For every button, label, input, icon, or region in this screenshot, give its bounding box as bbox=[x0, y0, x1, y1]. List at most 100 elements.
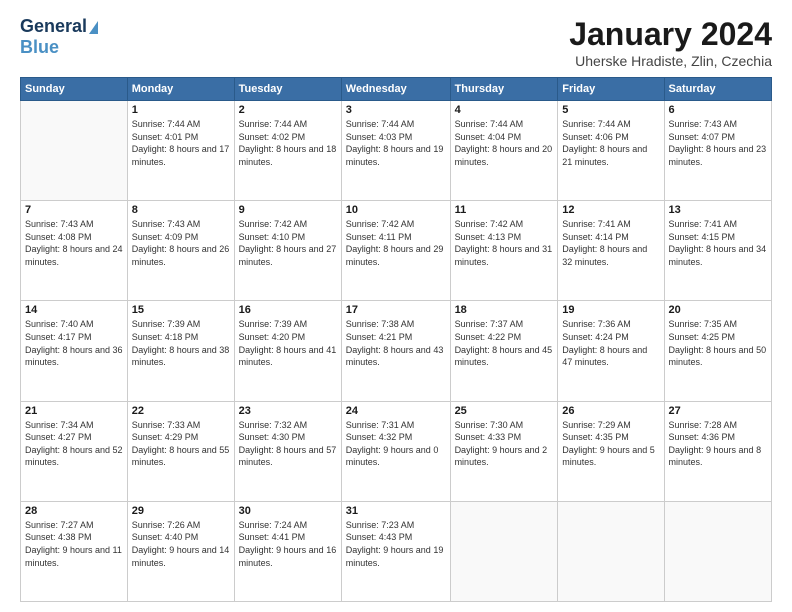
calendar-cell: 12 Sunrise: 7:41 AMSunset: 4:14 PMDayligh… bbox=[558, 201, 664, 301]
day-number: 26 bbox=[562, 405, 659, 417]
day-number: 11 bbox=[455, 204, 554, 216]
calendar-cell: 7 Sunrise: 7:43 AMSunset: 4:08 PMDaylight… bbox=[21, 201, 128, 301]
calendar-cell: 23 Sunrise: 7:32 AMSunset: 4:30 PMDayligh… bbox=[234, 401, 341, 501]
calendar-cell: 29 Sunrise: 7:26 AMSunset: 4:40 PMDayligh… bbox=[127, 501, 234, 601]
calendar-cell: 24 Sunrise: 7:31 AMSunset: 4:32 PMDayligh… bbox=[341, 401, 450, 501]
calendar-cell: 3 Sunrise: 7:44 AMSunset: 4:03 PMDaylight… bbox=[341, 101, 450, 201]
day-number: 30 bbox=[239, 505, 337, 517]
day-number: 9 bbox=[239, 204, 337, 216]
calendar-cell: 31Sunrise: 7:23 AMSunset: 4:43 PMDayligh… bbox=[341, 501, 450, 601]
day-info: Sunrise: 7:39 AMSunset: 4:20 PMDaylight:… bbox=[239, 318, 337, 368]
logo-line1: General bbox=[20, 16, 98, 37]
calendar-cell bbox=[450, 501, 558, 601]
day-info: Sunrise: 7:34 AMSunset: 4:27 PMDaylight:… bbox=[25, 419, 123, 469]
calendar-table: SundayMondayTuesdayWednesdayThursdayFrid… bbox=[20, 77, 772, 602]
calendar-cell bbox=[21, 101, 128, 201]
day-info: Sunrise: 7:36 AMSunset: 4:24 PMDaylight:… bbox=[562, 318, 659, 368]
calendar-cell: 16 Sunrise: 7:39 AMSunset: 4:20 PMDayligh… bbox=[234, 301, 341, 401]
calendar-cell: 17 Sunrise: 7:38 AMSunset: 4:21 PMDayligh… bbox=[341, 301, 450, 401]
calendar-cell bbox=[664, 501, 771, 601]
day-info: Sunrise: 7:41 AMSunset: 4:14 PMDaylight:… bbox=[562, 218, 659, 268]
calendar-cell: 6Sunrise: 7:43 AMSunset: 4:07 PMDaylight… bbox=[664, 101, 771, 201]
day-number: 5 bbox=[562, 104, 659, 116]
header-sunday: Sunday bbox=[21, 78, 128, 101]
calendar-page: General Blue January 2024 Uherske Hradis… bbox=[0, 0, 792, 612]
day-info: Sunrise: 7:44 AMSunset: 4:06 PMDaylight:… bbox=[562, 118, 659, 168]
day-info: Sunrise: 7:30 AMSunset: 4:33 PMDaylight:… bbox=[455, 419, 554, 469]
day-number: 7 bbox=[25, 204, 123, 216]
calendar-week-row: 7 Sunrise: 7:43 AMSunset: 4:08 PMDaylight… bbox=[21, 201, 772, 301]
calendar-cell: 21 Sunrise: 7:34 AMSunset: 4:27 PMDayligh… bbox=[21, 401, 128, 501]
day-number: 28 bbox=[25, 505, 123, 517]
calendar-cell: 22 Sunrise: 7:33 AMSunset: 4:29 PMDayligh… bbox=[127, 401, 234, 501]
header-saturday: Saturday bbox=[664, 78, 771, 101]
day-number: 19 bbox=[562, 304, 659, 316]
logo-text-general: General bbox=[20, 16, 87, 37]
day-number: 25 bbox=[455, 405, 554, 417]
calendar-cell: 15Sunrise: 7:39 AMSunset: 4:18 PMDayligh… bbox=[127, 301, 234, 401]
day-number: 10 bbox=[346, 204, 446, 216]
day-number: 13 bbox=[669, 204, 767, 216]
calendar-cell: 20Sunrise: 7:35 AMSunset: 4:25 PMDayligh… bbox=[664, 301, 771, 401]
day-number: 3 bbox=[346, 104, 446, 116]
header: General Blue January 2024 Uherske Hradis… bbox=[20, 16, 772, 69]
header-tuesday: Tuesday bbox=[234, 78, 341, 101]
day-info: Sunrise: 7:42 AMSunset: 4:10 PMDaylight:… bbox=[239, 218, 337, 268]
day-number: 1 bbox=[132, 104, 230, 116]
day-number: 8 bbox=[132, 204, 230, 216]
day-info: Sunrise: 7:29 AMSunset: 4:35 PMDaylight:… bbox=[562, 419, 659, 469]
header-thursday: Thursday bbox=[450, 78, 558, 101]
day-info: Sunrise: 7:33 AMSunset: 4:29 PMDaylight:… bbox=[132, 419, 230, 469]
header-monday: Monday bbox=[127, 78, 234, 101]
day-info: Sunrise: 7:40 AMSunset: 4:17 PMDaylight:… bbox=[25, 318, 123, 368]
title-block: January 2024 Uherske Hradiste, Zlin, Cze… bbox=[569, 16, 772, 69]
calendar-cell: 18 Sunrise: 7:37 AMSunset: 4:22 PMDayligh… bbox=[450, 301, 558, 401]
day-info: Sunrise: 7:44 AMSunset: 4:04 PMDaylight:… bbox=[455, 118, 554, 168]
day-number: 16 bbox=[239, 304, 337, 316]
calendar-week-row: 1 Sunrise: 7:44 AMSunset: 4:01 PMDaylight… bbox=[21, 101, 772, 201]
header-wednesday: Wednesday bbox=[341, 78, 450, 101]
calendar-cell: 1 Sunrise: 7:44 AMSunset: 4:01 PMDaylight… bbox=[127, 101, 234, 201]
logo-line2: Blue bbox=[20, 37, 59, 58]
day-number: 22 bbox=[132, 405, 230, 417]
day-info: Sunrise: 7:31 AMSunset: 4:32 PMDaylight:… bbox=[346, 419, 446, 469]
day-info: Sunrise: 7:44 AMSunset: 4:03 PMDaylight:… bbox=[346, 118, 446, 168]
day-number: 2 bbox=[239, 104, 337, 116]
calendar-cell: 5 Sunrise: 7:44 AMSunset: 4:06 PMDaylight… bbox=[558, 101, 664, 201]
calendar-title: January 2024 bbox=[569, 16, 772, 53]
day-info: Sunrise: 7:43 AMSunset: 4:08 PMDaylight:… bbox=[25, 218, 123, 268]
calendar-week-row: 21 Sunrise: 7:34 AMSunset: 4:27 PMDayligh… bbox=[21, 401, 772, 501]
day-number: 23 bbox=[239, 405, 337, 417]
day-info: Sunrise: 7:37 AMSunset: 4:22 PMDaylight:… bbox=[455, 318, 554, 368]
day-number: 20 bbox=[669, 304, 767, 316]
calendar-cell: 28Sunrise: 7:27 AMSunset: 4:38 PMDayligh… bbox=[21, 501, 128, 601]
calendar-cell: 10 Sunrise: 7:42 AMSunset: 4:11 PMDayligh… bbox=[341, 201, 450, 301]
calendar-cell: 27Sunrise: 7:28 AMSunset: 4:36 PMDayligh… bbox=[664, 401, 771, 501]
day-number: 21 bbox=[25, 405, 123, 417]
day-info: Sunrise: 7:23 AMSunset: 4:43 PMDaylight:… bbox=[346, 519, 446, 569]
day-info: Sunrise: 7:39 AMSunset: 4:18 PMDaylight:… bbox=[132, 318, 230, 368]
day-number: 17 bbox=[346, 304, 446, 316]
calendar-cell: 2Sunrise: 7:44 AMSunset: 4:02 PMDaylight… bbox=[234, 101, 341, 201]
calendar-cell: 14Sunrise: 7:40 AMSunset: 4:17 PMDayligh… bbox=[21, 301, 128, 401]
day-info: Sunrise: 7:44 AMSunset: 4:01 PMDaylight:… bbox=[132, 118, 230, 168]
calendar-cell: 25 Sunrise: 7:30 AMSunset: 4:33 PMDayligh… bbox=[450, 401, 558, 501]
day-info: Sunrise: 7:32 AMSunset: 4:30 PMDaylight:… bbox=[239, 419, 337, 469]
day-info: Sunrise: 7:26 AMSunset: 4:40 PMDaylight:… bbox=[132, 519, 230, 569]
calendar-cell: 19 Sunrise: 7:36 AMSunset: 4:24 PMDayligh… bbox=[558, 301, 664, 401]
day-number: 24 bbox=[346, 405, 446, 417]
calendar-week-row: 28Sunrise: 7:27 AMSunset: 4:38 PMDayligh… bbox=[21, 501, 772, 601]
day-number: 18 bbox=[455, 304, 554, 316]
day-info: Sunrise: 7:38 AMSunset: 4:21 PMDaylight:… bbox=[346, 318, 446, 368]
calendar-cell: 11 Sunrise: 7:42 AMSunset: 4:13 PMDayligh… bbox=[450, 201, 558, 301]
day-info: Sunrise: 7:28 AMSunset: 4:36 PMDaylight:… bbox=[669, 419, 767, 469]
calendar-cell: 13Sunrise: 7:41 AMSunset: 4:15 PMDayligh… bbox=[664, 201, 771, 301]
day-info: Sunrise: 7:42 AMSunset: 4:11 PMDaylight:… bbox=[346, 218, 446, 268]
header-friday: Friday bbox=[558, 78, 664, 101]
calendar-cell: 4Sunrise: 7:44 AMSunset: 4:04 PMDaylight… bbox=[450, 101, 558, 201]
day-number: 12 bbox=[562, 204, 659, 216]
day-info: Sunrise: 7:43 AMSunset: 4:07 PMDaylight:… bbox=[669, 118, 767, 168]
day-info: Sunrise: 7:43 AMSunset: 4:09 PMDaylight:… bbox=[132, 218, 230, 268]
day-number: 29 bbox=[132, 505, 230, 517]
day-info: Sunrise: 7:42 AMSunset: 4:13 PMDaylight:… bbox=[455, 218, 554, 268]
